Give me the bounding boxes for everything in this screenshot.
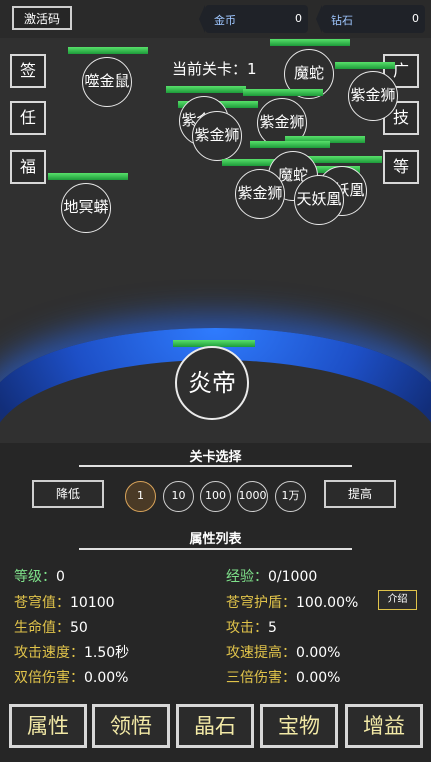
attr-value: 0.00% [84,670,129,686]
side-button-rank[interactable]: 等 [383,150,419,184]
diamond-value: 0 [412,12,419,25]
attr-key: 经验： [226,569,268,585]
enemy[interactable]: 紫金狮 [348,71,398,121]
attr-attack: 攻击：5 [226,617,277,637]
enemy-hp-bar [48,173,128,180]
attr-key: 生命值： [14,620,70,636]
increase-level-button[interactable]: 提高 [324,480,396,508]
hero[interactable]: 炎帝 [175,346,249,420]
divider [79,548,352,550]
tab-comprehension[interactable]: 领悟 [92,704,170,748]
tab-crystal[interactable]: 晶石 [176,704,254,748]
enemy-hp-bar [250,141,330,148]
step-button-100[interactable]: 100 [200,481,231,512]
intro-button[interactable]: 介绍 [378,590,417,610]
enemy-hp-bar [270,39,350,46]
diamond-label: 钻石 [331,14,353,27]
enemy[interactable]: 紫金狮 [235,169,285,219]
activation-code-button[interactable]: 激活码 [12,6,72,30]
attr-value: 100.00% [296,595,359,611]
current-stage-label: 当前关卡：1 [172,60,257,78]
attr-key: 双倍伤害： [14,670,84,686]
enemy[interactable]: 噬金鼠 [82,57,132,107]
attr-key: 三倍伤害： [226,670,296,686]
enemy-hp-bar [335,62,395,69]
attr-value: 0.00% [296,645,341,661]
side-button-welfare[interactable]: 福 [10,150,46,184]
attr-level: 等级：0 [14,566,65,586]
attr-value: 50 [70,620,88,636]
divider [79,465,352,467]
attr-value: 5 [268,620,277,636]
attr-hp: 生命值：50 [14,617,88,637]
step-button-10[interactable]: 10 [163,481,194,512]
level-select-title: 关卡选择 [189,450,242,465]
enemy-hp-bar [166,86,246,93]
tab-treasure[interactable]: 宝物 [260,704,338,748]
gold-label: 金币 [214,14,236,27]
enemy-hp-bar [243,89,323,96]
attributes-title: 属性列表 [189,532,242,547]
tab-attributes[interactable]: 属性 [9,704,87,748]
gold-tip [199,5,205,33]
attr-triple-damage: 三倍伤害：0.00% [226,667,340,687]
diamond-tip [316,5,322,33]
attr-key: 攻速提高： [226,645,296,661]
enemy-hp-bar [68,47,148,54]
decrease-level-button[interactable]: 降低 [32,480,104,508]
attr-exp: 经验：0/1000 [226,566,317,586]
enemy[interactable]: 天妖凰 [294,175,344,225]
attr-key: 攻击速度： [14,645,84,661]
attr-key: 苍穹护盾： [226,595,296,611]
diamond-display: 钻石 0 [316,5,425,33]
attr-key: 苍穹值： [14,595,70,611]
enemy[interactable]: 地冥蟒 [61,183,111,233]
attr-attack-speed: 攻击速度：1.50秒 [14,642,129,662]
step-button-1[interactable]: 1 [125,481,156,512]
attr-key: 等级： [14,569,56,585]
attr-speed-boost: 攻速提高：0.00% [226,642,340,662]
enemy[interactable]: 紫金狮 [192,111,242,161]
attr-value: 0.00% [296,670,341,686]
attr-value: 1.50秒 [84,645,130,661]
gold-display: 金币 0 [199,5,308,33]
attr-cangqiong: 苍穹值：10100 [14,592,115,612]
side-button-task[interactable]: 任 [10,101,46,135]
step-button-1000[interactable]: 1000 [237,481,268,512]
attr-value: 0/1000 [268,569,318,585]
attr-key: 攻击： [226,620,268,636]
top-bar: 激活码 金币 0 钻石 0 [0,0,431,38]
attr-value: 0 [56,569,65,585]
side-button-sign-in[interactable]: 签 [10,54,46,88]
step-button-10000[interactable]: 1万 [275,481,306,512]
gold-value: 0 [295,12,302,25]
tab-buff[interactable]: 增益 [345,704,423,748]
attr-value: 10100 [70,595,115,611]
attr-double-damage: 双倍伤害：0.00% [14,667,128,687]
attr-shield: 苍穹护盾：100.00% [226,592,358,612]
